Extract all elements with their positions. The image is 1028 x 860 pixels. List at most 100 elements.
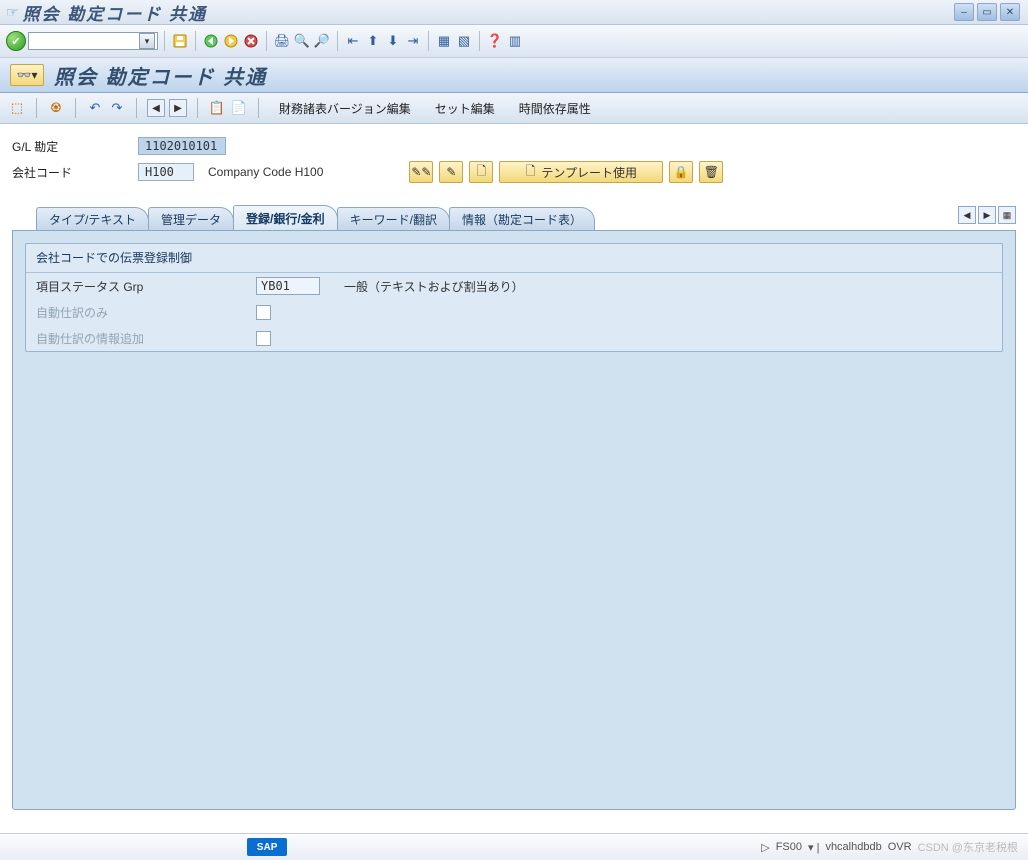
tab-scroll-right-button[interactable]: ▶ [978, 206, 996, 224]
company-code-row: 会社コード H100 Company Code H100 ✎✎ ✎ 🗋 🗋 テン… [12, 160, 1016, 184]
help-icon[interactable]: ❓ [486, 32, 504, 50]
page-title: 照会 勘定コード 共通 [54, 61, 267, 90]
print-icon[interactable]: 🖨 [273, 32, 291, 50]
command-field[interactable]: ▾ [28, 32, 158, 50]
save-icon[interactable] [171, 32, 189, 50]
template-use-label: テンプレート使用 [541, 164, 637, 181]
gl-account-value[interactable]: 1102010101 [138, 137, 226, 155]
supplement-auto-label: 自動仕訳の情報追加 [36, 330, 256, 347]
find-next-icon[interactable]: 🔎 [313, 32, 331, 50]
supplement-auto-row: 自動仕訳の情報追加 [26, 325, 1002, 351]
field-status-group-label: 項目ステータス Grp [36, 278, 256, 295]
window-title: 照会 勘定コード 共通 [23, 0, 207, 25]
company-code-label: 会社コード [12, 164, 132, 181]
application-toolbar: ⬚ ♼ ↶ ↷ ◀ ▶ 📋 📄 財務諸表バージョン編集 セット編集 時間依存属性 [0, 93, 1028, 124]
time-dep-attr-link[interactable]: 時間依存属性 [509, 97, 601, 120]
first-page-icon[interactable]: ⇤ [344, 32, 362, 50]
back-icon[interactable] [202, 32, 220, 50]
post-auto-only-row: 自動仕訳のみ [26, 299, 1002, 325]
supplement-auto-checkbox[interactable] [256, 331, 271, 346]
tab-control-data[interactable]: 管理データ [148, 207, 234, 230]
delete-button[interactable]: 🗑 [699, 161, 723, 183]
lock-button[interactable]: 🔒 [669, 161, 693, 183]
separator [428, 31, 429, 51]
doc-entry-control-group: 会社コードでの伝票登録制御 項目ステータス Grp YB01 一般（テキストおよ… [25, 243, 1003, 352]
content-area: G/L 勘定 1102010101 会社コード H100 Company Cod… [0, 124, 1028, 814]
company-code-value[interactable]: H100 [138, 163, 194, 181]
fs-version-edit-link[interactable]: 財務諸表バージョン編集 [269, 97, 421, 120]
prev-page-icon[interactable]: ⬆ [364, 32, 382, 50]
tab-body: 会社コードでの伝票登録制御 項目ステータス Grp YB01 一般（テキストおよ… [12, 230, 1016, 810]
separator [36, 98, 37, 118]
note-icon[interactable]: 📄 [230, 99, 248, 117]
set-edit-link[interactable]: セット編集 [425, 97, 505, 120]
undo-icon[interactable]: ↶ [86, 99, 104, 117]
tab-label: タイプ/テキスト [49, 211, 136, 228]
group-title: 会社コードでの伝票登録制御 [26, 244, 1002, 273]
maximize-button[interactable]: ▭ [977, 3, 997, 21]
tab-label: 情報（勘定コード表） [462, 211, 582, 228]
redo-icon[interactable]: ↷ [108, 99, 126, 117]
new-session-icon[interactable]: ▦ [435, 32, 453, 50]
cancel-icon[interactable] [242, 32, 260, 50]
tab-info-coa[interactable]: 情報（勘定コード表） [449, 207, 595, 230]
statusbar: SAP ▷ FS00 ▾ | vhcalhdbdb OVR CSDN @东京老税… [0, 833, 1028, 860]
create-button[interactable]: 🗋 [469, 161, 493, 183]
minimize-button[interactable]: – [954, 3, 974, 21]
post-auto-only-checkbox[interactable] [256, 305, 271, 320]
edit-button[interactable]: ✎ [439, 161, 463, 183]
tab-keyword-translation[interactable]: キーワード/翻訳 [337, 207, 450, 230]
next-page-icon[interactable]: ⬇ [384, 32, 402, 50]
last-page-icon[interactable]: ⇥ [404, 32, 422, 50]
separator [197, 98, 198, 118]
copy-icon: 🗋 [526, 162, 536, 183]
status-ovr: OVR [888, 841, 912, 853]
watermark-text: CSDN @东京老税根 [918, 839, 1018, 855]
page-title-bar: 👓▾ 照会 勘定コード 共通 [0, 58, 1028, 93]
sap-logo: SAP [247, 838, 287, 856]
tabstrip-container: タイプ/テキスト 管理データ 登録/銀行/金利 キーワード/翻訳 情報（勘定コー… [12, 206, 1016, 810]
exit-icon[interactable] [222, 32, 240, 50]
app-menu-icon[interactable]: ☞ [6, 4, 19, 21]
display-toggle-button[interactable]: 👓▾ [10, 64, 44, 86]
prev-record-button[interactable]: ◀ [147, 99, 165, 117]
header-button-row: ✎✎ ✎ 🗋 🗋 テンプレート使用 🔒 🗑 [409, 161, 723, 183]
display-change-button[interactable]: ✎✎ [409, 161, 433, 183]
separator [266, 31, 267, 51]
enter-button[interactable]: ✔ [6, 31, 26, 51]
hierarchy-icon[interactable]: ♼ [47, 99, 65, 117]
tab-label: 登録/銀行/金利 [246, 210, 325, 227]
field-status-group-input[interactable]: YB01 [256, 277, 320, 295]
separator [337, 31, 338, 51]
tab-scroll-left-button[interactable]: ◀ [958, 206, 976, 224]
separator [195, 31, 196, 51]
tab-label: キーワード/翻訳 [350, 211, 437, 228]
tab-type-text[interactable]: タイプ/テキスト [36, 207, 149, 230]
tab-create-bank-interest[interactable]: 登録/銀行/金利 [233, 205, 338, 230]
field-status-group-desc: 一般（テキストおよび割当あり） [344, 278, 524, 295]
status-tx-code: FS00 [776, 841, 802, 853]
post-auto-only-label: 自動仕訳のみ [36, 304, 256, 321]
tab-nav: ◀ ▶ ▦ [958, 206, 1016, 224]
close-button[interactable]: ✕ [1000, 3, 1020, 21]
command-dropdown-icon[interactable]: ▾ [139, 33, 155, 49]
gl-account-row: G/L 勘定 1102010101 [12, 134, 1016, 158]
separator [164, 31, 165, 51]
clipboard-icon[interactable]: 📋 [208, 99, 226, 117]
find-icon[interactable]: 🔍 [293, 32, 311, 50]
separator [136, 98, 137, 118]
field-status-group-row: 項目ステータス Grp YB01 一般（テキストおよび割当あり） [26, 273, 1002, 299]
tab-label: 管理データ [161, 211, 221, 228]
tree-off-icon[interactable]: ⬚ [8, 99, 26, 117]
tab-list-button[interactable]: ▦ [998, 206, 1016, 224]
sap-window: ☞ 照会 勘定コード 共通 – ▭ ✕ ✔ ▾ 🖨 🔍 🔎 ⇤ ⬆ ⬇ ⇥ ▦ … [0, 0, 1028, 860]
separator [479, 31, 480, 51]
next-record-button[interactable]: ▶ [169, 99, 187, 117]
template-use-button[interactable]: 🗋 テンプレート使用 [499, 161, 663, 183]
status-arrow-icon[interactable]: ▷ [761, 841, 769, 854]
titlebar: ☞ 照会 勘定コード 共通 – ▭ ✕ [0, 0, 1028, 25]
status-host: vhcalhdbdb [825, 841, 881, 853]
tabstrip: タイプ/テキスト 管理データ 登録/銀行/金利 キーワード/翻訳 情報（勘定コー… [12, 206, 1016, 230]
shortcut-icon[interactable]: ▧ [455, 32, 473, 50]
layout-icon[interactable]: ▥ [506, 32, 524, 50]
